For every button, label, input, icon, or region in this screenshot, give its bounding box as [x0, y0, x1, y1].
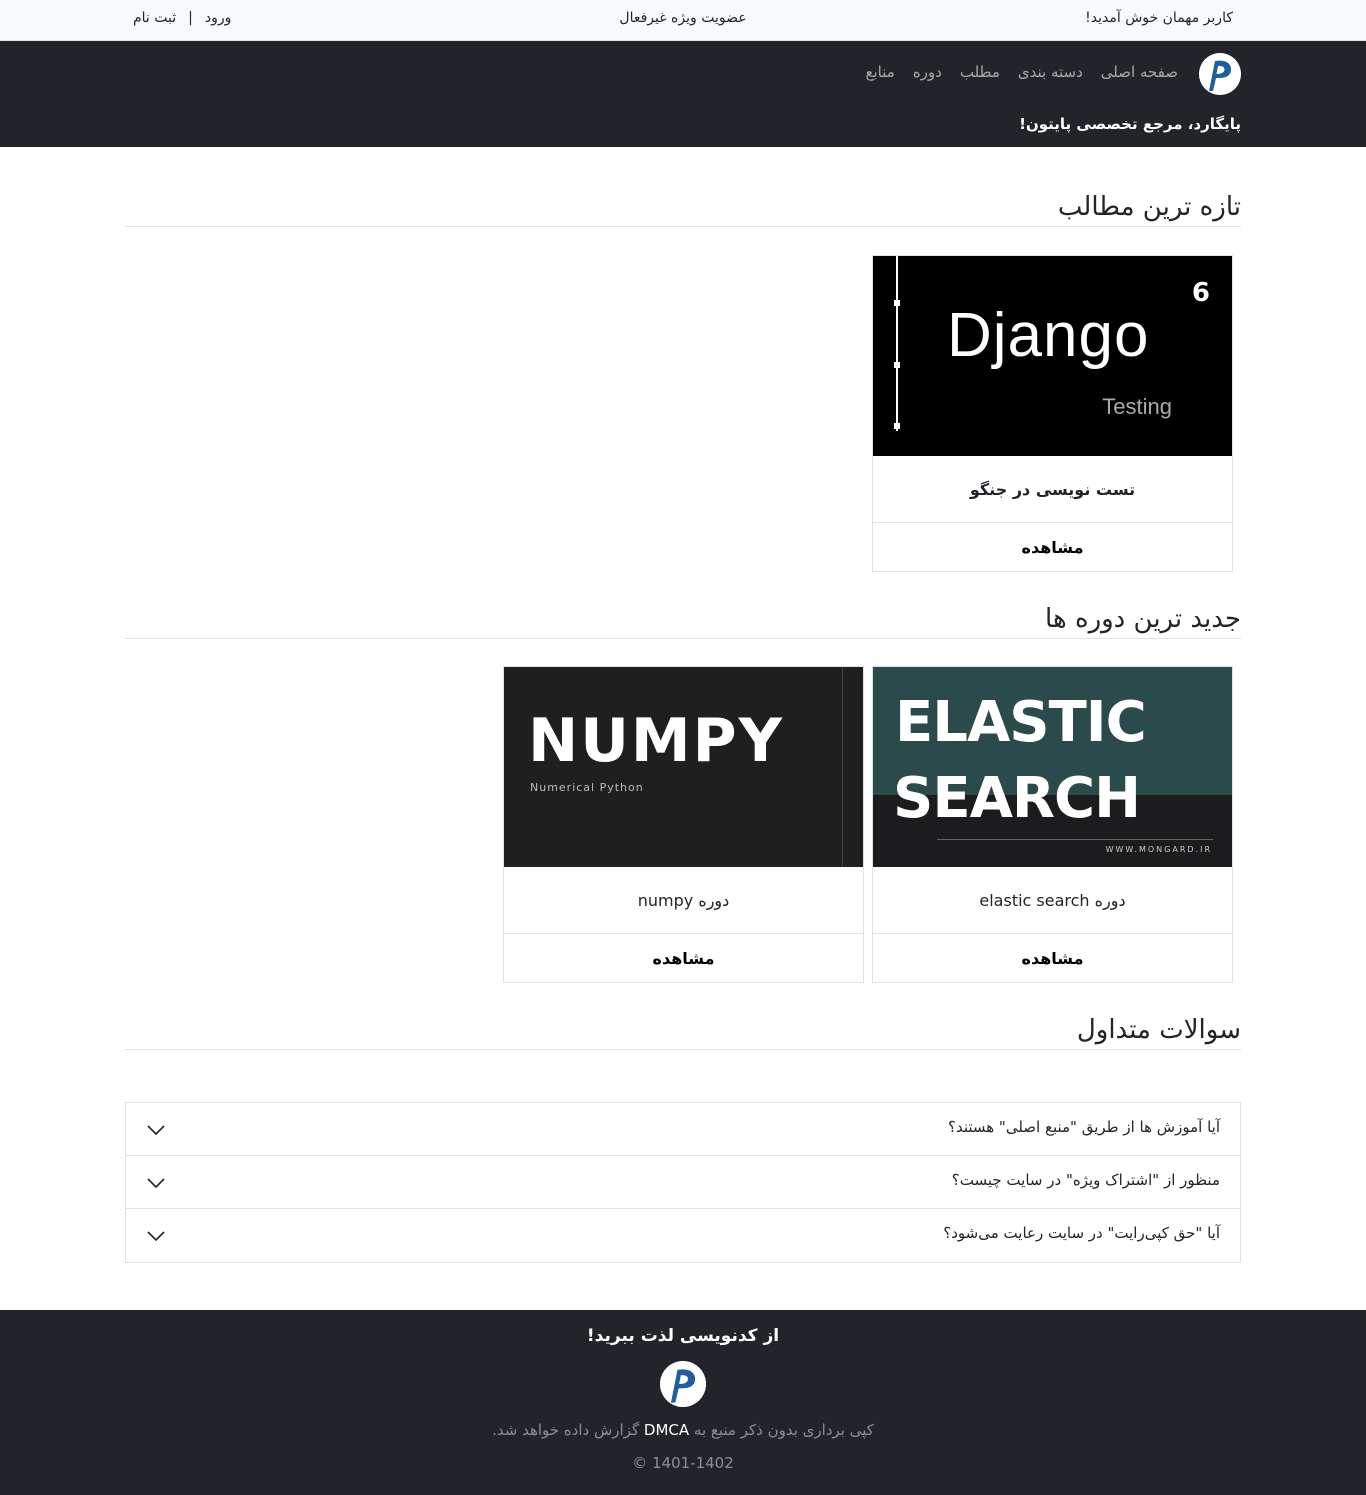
login-link[interactable]: ورود: [205, 10, 232, 26]
nav-links: صفحه اصلی دسته بندی مطلب دوره منابع: [857, 63, 1178, 81]
copy-note-after: گزارش داده خواهد شد.: [492, 1421, 640, 1439]
top-bar: کاربر مهمان خوش آمدید! عضویت ویژه غیرفعا…: [0, 0, 1366, 41]
dmca-label: DMCA: [643, 1421, 690, 1439]
auth-links: ورود | ثبت نام: [133, 10, 231, 26]
post-card: 6 Django Testing تست نویسی در جنگو مشاهد…: [872, 255, 1233, 572]
post-view-button[interactable]: مشاهده: [873, 522, 1232, 571]
logo-p-icon: [660, 1361, 706, 1407]
nav-posts[interactable]: مطلب: [951, 63, 1009, 81]
copy-note-before: کپی برداری بدون ذکر منبع به: [693, 1421, 874, 1439]
auth-separator: |: [188, 10, 193, 26]
faq-item[interactable]: آیا "حق کپی‌رایت" در سایت رعایت می‌شود؟: [126, 1209, 1240, 1262]
nav-courses[interactable]: دوره: [904, 63, 951, 81]
footer-slogan: از کدنویسی لذت ببرید!: [586, 1326, 780, 1346]
course-thumbnail-elastic[interactable]: ELASTIC SEARCH WWW.MONGARD.IR: [873, 667, 1232, 867]
faq-heading: سوالات متداول: [125, 1015, 1241, 1050]
nav-resources[interactable]: منابع: [857, 63, 904, 81]
course-view-button-numpy[interactable]: مشاهده: [504, 933, 863, 982]
latest-posts-heading: تازه ترین مطالب: [125, 192, 1241, 227]
faq-item[interactable]: آیا آموزش ها از طریق "منبع اصلی" هستند؟: [126, 1103, 1240, 1156]
thumb-subtitle: Testing: [1102, 394, 1172, 419]
footer-logo-icon: [660, 1361, 706, 1407]
chevron-down-icon: [147, 1178, 165, 1189]
course-card-elastic: ELASTIC SEARCH WWW.MONGARD.IR دوره elast…: [872, 666, 1233, 983]
faq-question: آیا "حق کپی‌رایت" در سایت رعایت می‌شود؟: [943, 1224, 1220, 1242]
post-title[interactable]: تست نویسی در جنگو: [873, 456, 1232, 522]
thumb-site: WWW.MONGARD.IR: [1105, 845, 1212, 854]
faq-question: آیا آموزش ها از طریق "منبع اصلی" هستند؟: [947, 1118, 1220, 1136]
register-link[interactable]: ثبت نام: [133, 10, 176, 26]
thumb-number: 6: [1191, 278, 1210, 308]
post-thumbnail[interactable]: 6 Django Testing: [873, 256, 1232, 456]
course-title-numpy[interactable]: دوره numpy: [504, 867, 863, 933]
faq-item[interactable]: منظور از "اشتراک ویژه" در سایت چیست؟: [126, 1156, 1240, 1209]
main-navbar: صفحه اصلی دسته بندی مطلب دوره منابع پایگ…: [0, 41, 1366, 147]
thumb-line-2: SEARCH: [893, 766, 1141, 831]
site-logo-icon[interactable]: [1199, 53, 1241, 95]
faq-question: منظور از "اشتراک ویژه" در سایت چیست؟: [951, 1171, 1220, 1189]
nav-home[interactable]: صفحه اصلی: [1092, 63, 1178, 81]
site-footer: از کدنویسی لذت ببرید! کپی برداری بدون ذک…: [0, 1310, 1366, 1495]
thumbnail-vertical-line: [842, 667, 843, 867]
course-card-numpy: NUMPY Numerical Python دوره numpy مشاهده: [503, 666, 864, 983]
site-tagline: پایگارد، مرجع تخصصی پایتون!: [1019, 115, 1241, 133]
latest-courses-heading: جدید ترین دوره ها: [125, 604, 1241, 639]
thumb-title: Django: [947, 301, 1150, 370]
course-thumbnail-numpy[interactable]: NUMPY Numerical Python: [504, 667, 863, 867]
chevron-down-icon: [147, 1125, 165, 1136]
nav-categories[interactable]: دسته بندی: [1009, 63, 1092, 81]
thumb-subtitle: Numerical Python: [530, 781, 644, 794]
chevron-down-icon: [147, 1231, 165, 1242]
faq-accordion: آیا آموزش ها از طریق "منبع اصلی" هستند؟ …: [125, 1102, 1241, 1263]
logo-p-icon: [1199, 53, 1241, 95]
course-title-elastic[interactable]: دوره elastic search: [873, 867, 1232, 933]
copyright-note: کپی برداری بدون ذکر منبع به DMCA گزارش د…: [0, 1421, 1366, 1439]
thumb-line-1: ELASTIC: [895, 690, 1147, 755]
thumb-title: NUMPY: [528, 706, 785, 776]
course-view-button-elastic[interactable]: مشاهده: [873, 933, 1232, 982]
copyright-years: © 1401-1402: [632, 1454, 734, 1472]
thumbnail-divider: [937, 839, 1213, 840]
